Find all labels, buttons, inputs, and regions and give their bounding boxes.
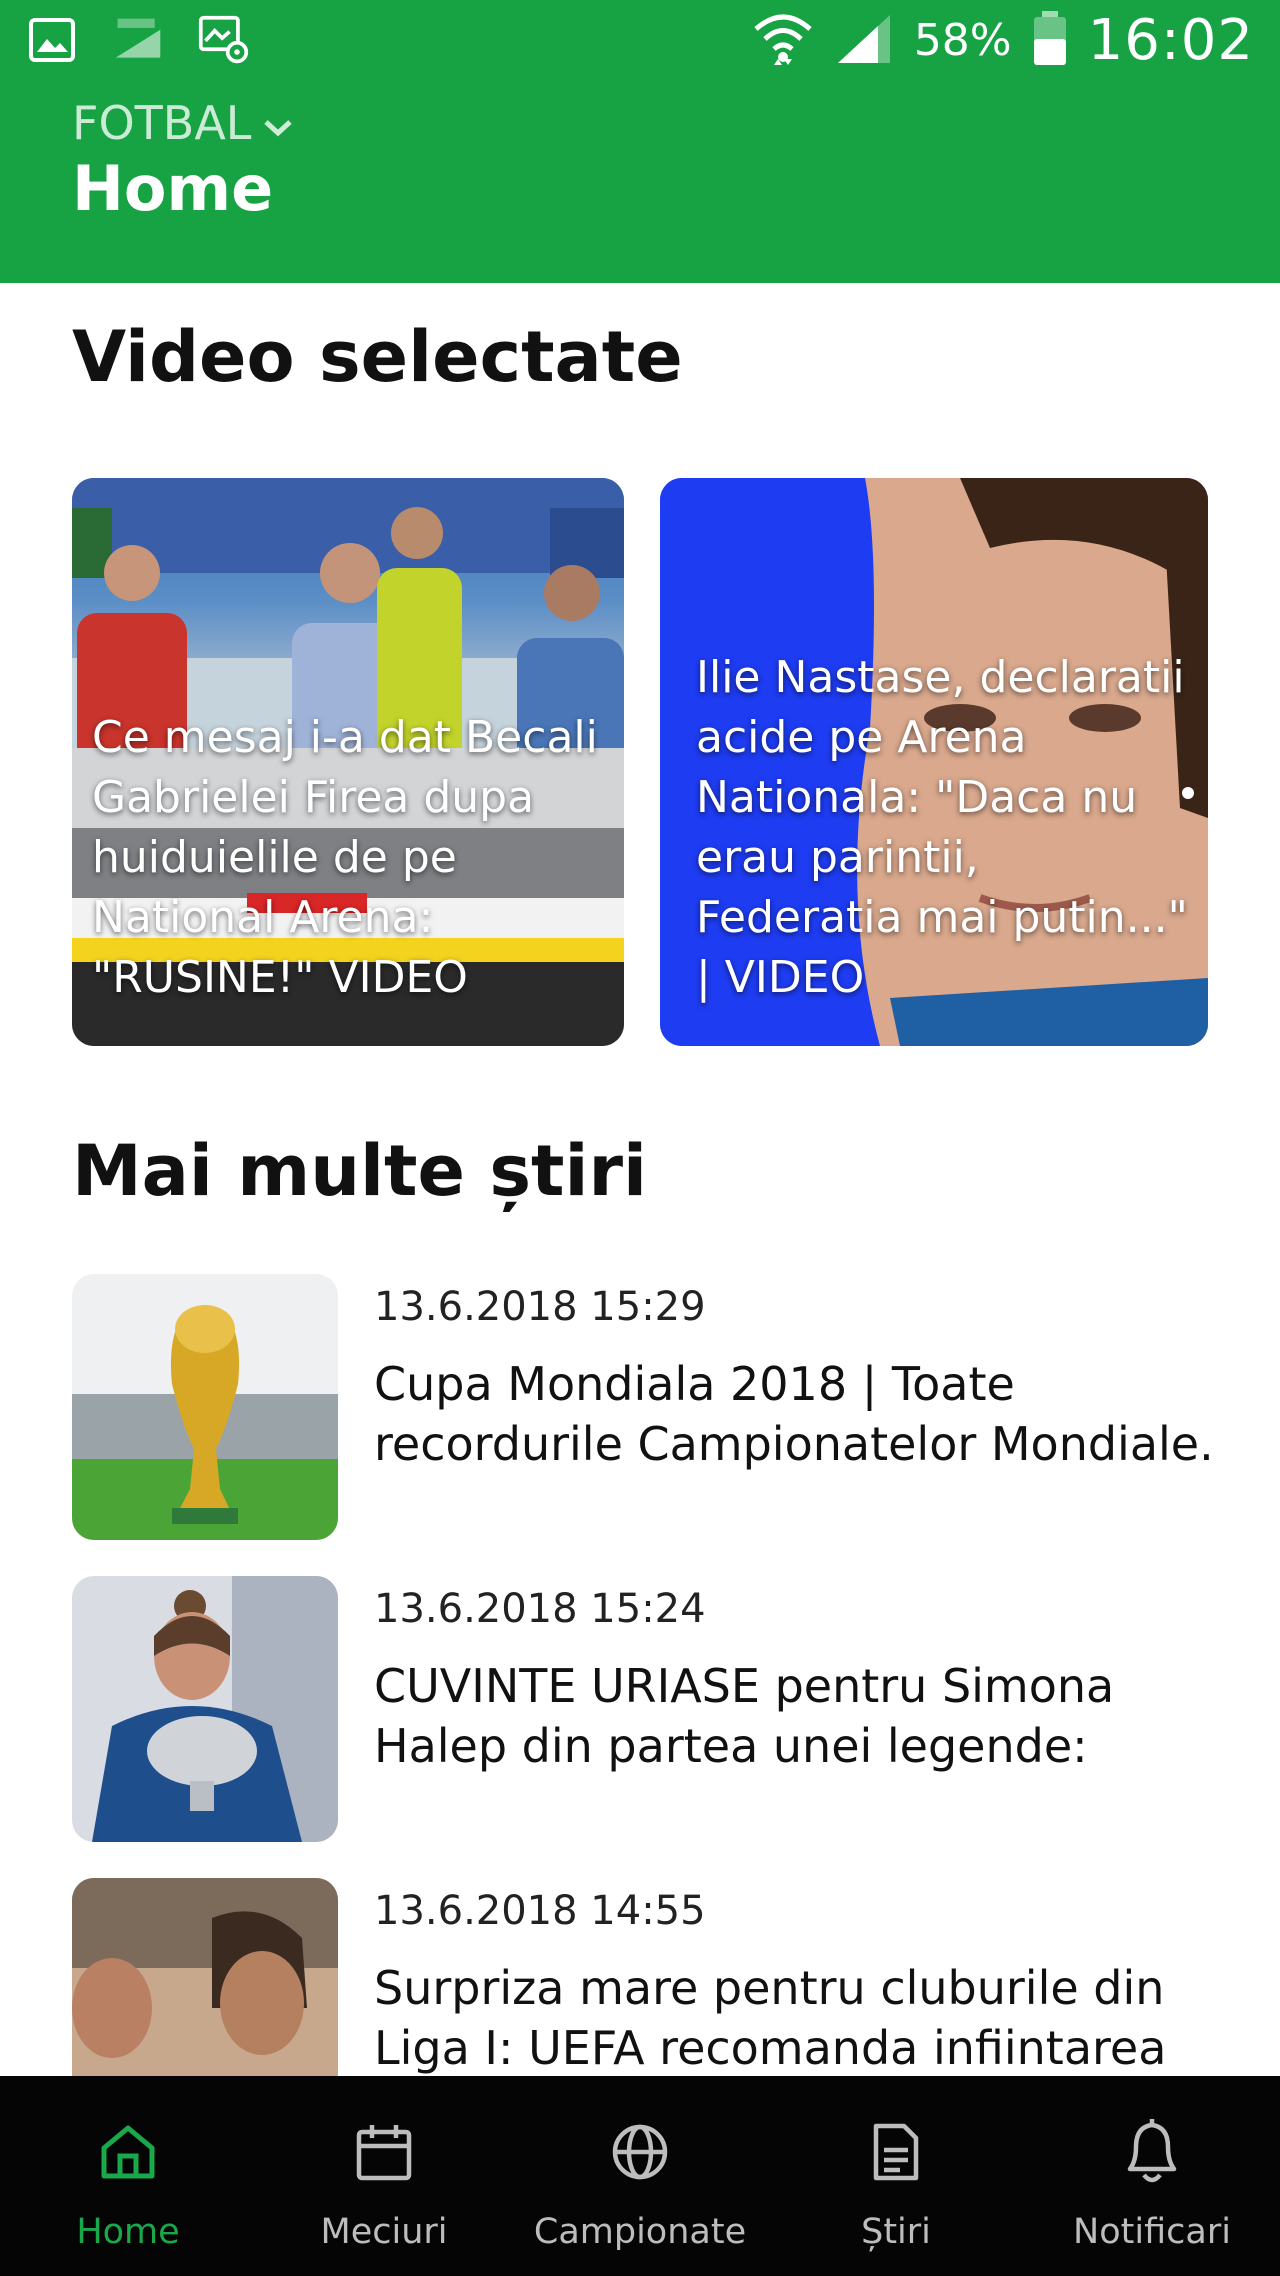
news-heading: Mai multe știri: [72, 1130, 647, 1212]
news-title: CUVINTE URIASE pentru Simona Halep din p…: [374, 1659, 1115, 1773]
video-card-title: Ce mesaj i-a dat Becali Gabrielei Firea …: [92, 712, 598, 1003]
wifi-icon: [752, 9, 814, 73]
news-title: Surpriza mare pentru cluburile din Liga …: [374, 1961, 1167, 2075]
news-date: 13.6.2018 15:29: [374, 1284, 706, 1330]
video-card[interactable]: Ilie Nastase, declaratii acide pe Arena …: [660, 478, 1208, 1046]
news-date: 13.6.2018 15:24: [374, 1586, 706, 1632]
battery-percent: 58%: [913, 15, 1012, 66]
news-thumbnail: [72, 1576, 338, 1842]
nav-label: Notificari: [1073, 2212, 1231, 2252]
document-icon: [866, 2114, 926, 2190]
nav-label: Știri: [861, 2212, 931, 2252]
news-date: 13.6.2018 14:55: [374, 1888, 706, 1934]
section-label: FOTBAL: [72, 96, 252, 150]
chevron-down-icon: [261, 96, 295, 150]
news-item[interactable]: 13.6.2018 15:29 Cupa Mondiala 2018 | Toa…: [72, 1274, 1242, 1540]
nav-campionate[interactable]: Campionate: [512, 2076, 768, 2276]
nav-label: Meciuri: [320, 2212, 448, 2252]
video-carousel[interactable]: Ce mesaj i-a dat Becali Gabrielei Firea …: [72, 478, 1208, 1046]
battery-icon: [1032, 10, 1068, 71]
news-title: Cupa Mondiala 2018 | Toate recordurile C…: [374, 1357, 1214, 1471]
home-icon: [98, 2114, 158, 2190]
page-title: Home: [72, 152, 274, 225]
data-icon: [112, 14, 164, 66]
status-bar: 58% 16:02: [0, 0, 1280, 86]
trophy-image: [72, 1274, 338, 1540]
nav-home[interactable]: Home: [0, 2076, 256, 2276]
gallery-icon: [26, 14, 78, 66]
signal-icon: [834, 11, 894, 71]
nav-meciuri[interactable]: Meciuri: [256, 2076, 512, 2276]
video-card[interactable]: Ce mesaj i-a dat Becali Gabrielei Firea …: [72, 478, 624, 1046]
nav-stiri[interactable]: Știri: [768, 2076, 1024, 2276]
globe-icon: [610, 2114, 670, 2190]
player-trophy-image: [72, 1576, 338, 1842]
news-thumbnail: [72, 1274, 338, 1540]
videos-heading: Video selectate: [72, 316, 683, 398]
video-card-title: Ilie Nastase, declaratii acide pe Arena …: [696, 652, 1188, 1003]
news-item[interactable]: 13.6.2018 15:24 CUVINTE URIASE pentru Si…: [72, 1576, 1242, 1842]
bell-icon: [1120, 2114, 1184, 2190]
bottom-navigation: Home Meciuri Campionate Știri Notificari: [0, 2076, 1280, 2276]
email-icon: [198, 14, 250, 66]
section-dropdown[interactable]: FOTBAL: [72, 96, 295, 150]
calendar-icon: [354, 2114, 414, 2190]
status-clock: 16:02: [1087, 8, 1254, 73]
nav-notificari[interactable]: Notificari: [1024, 2076, 1280, 2276]
nav-label: Campionate: [533, 2212, 747, 2252]
app-bar: 58% 16:02 FOTBAL Home: [0, 0, 1280, 283]
nav-label: Home: [76, 2212, 180, 2252]
